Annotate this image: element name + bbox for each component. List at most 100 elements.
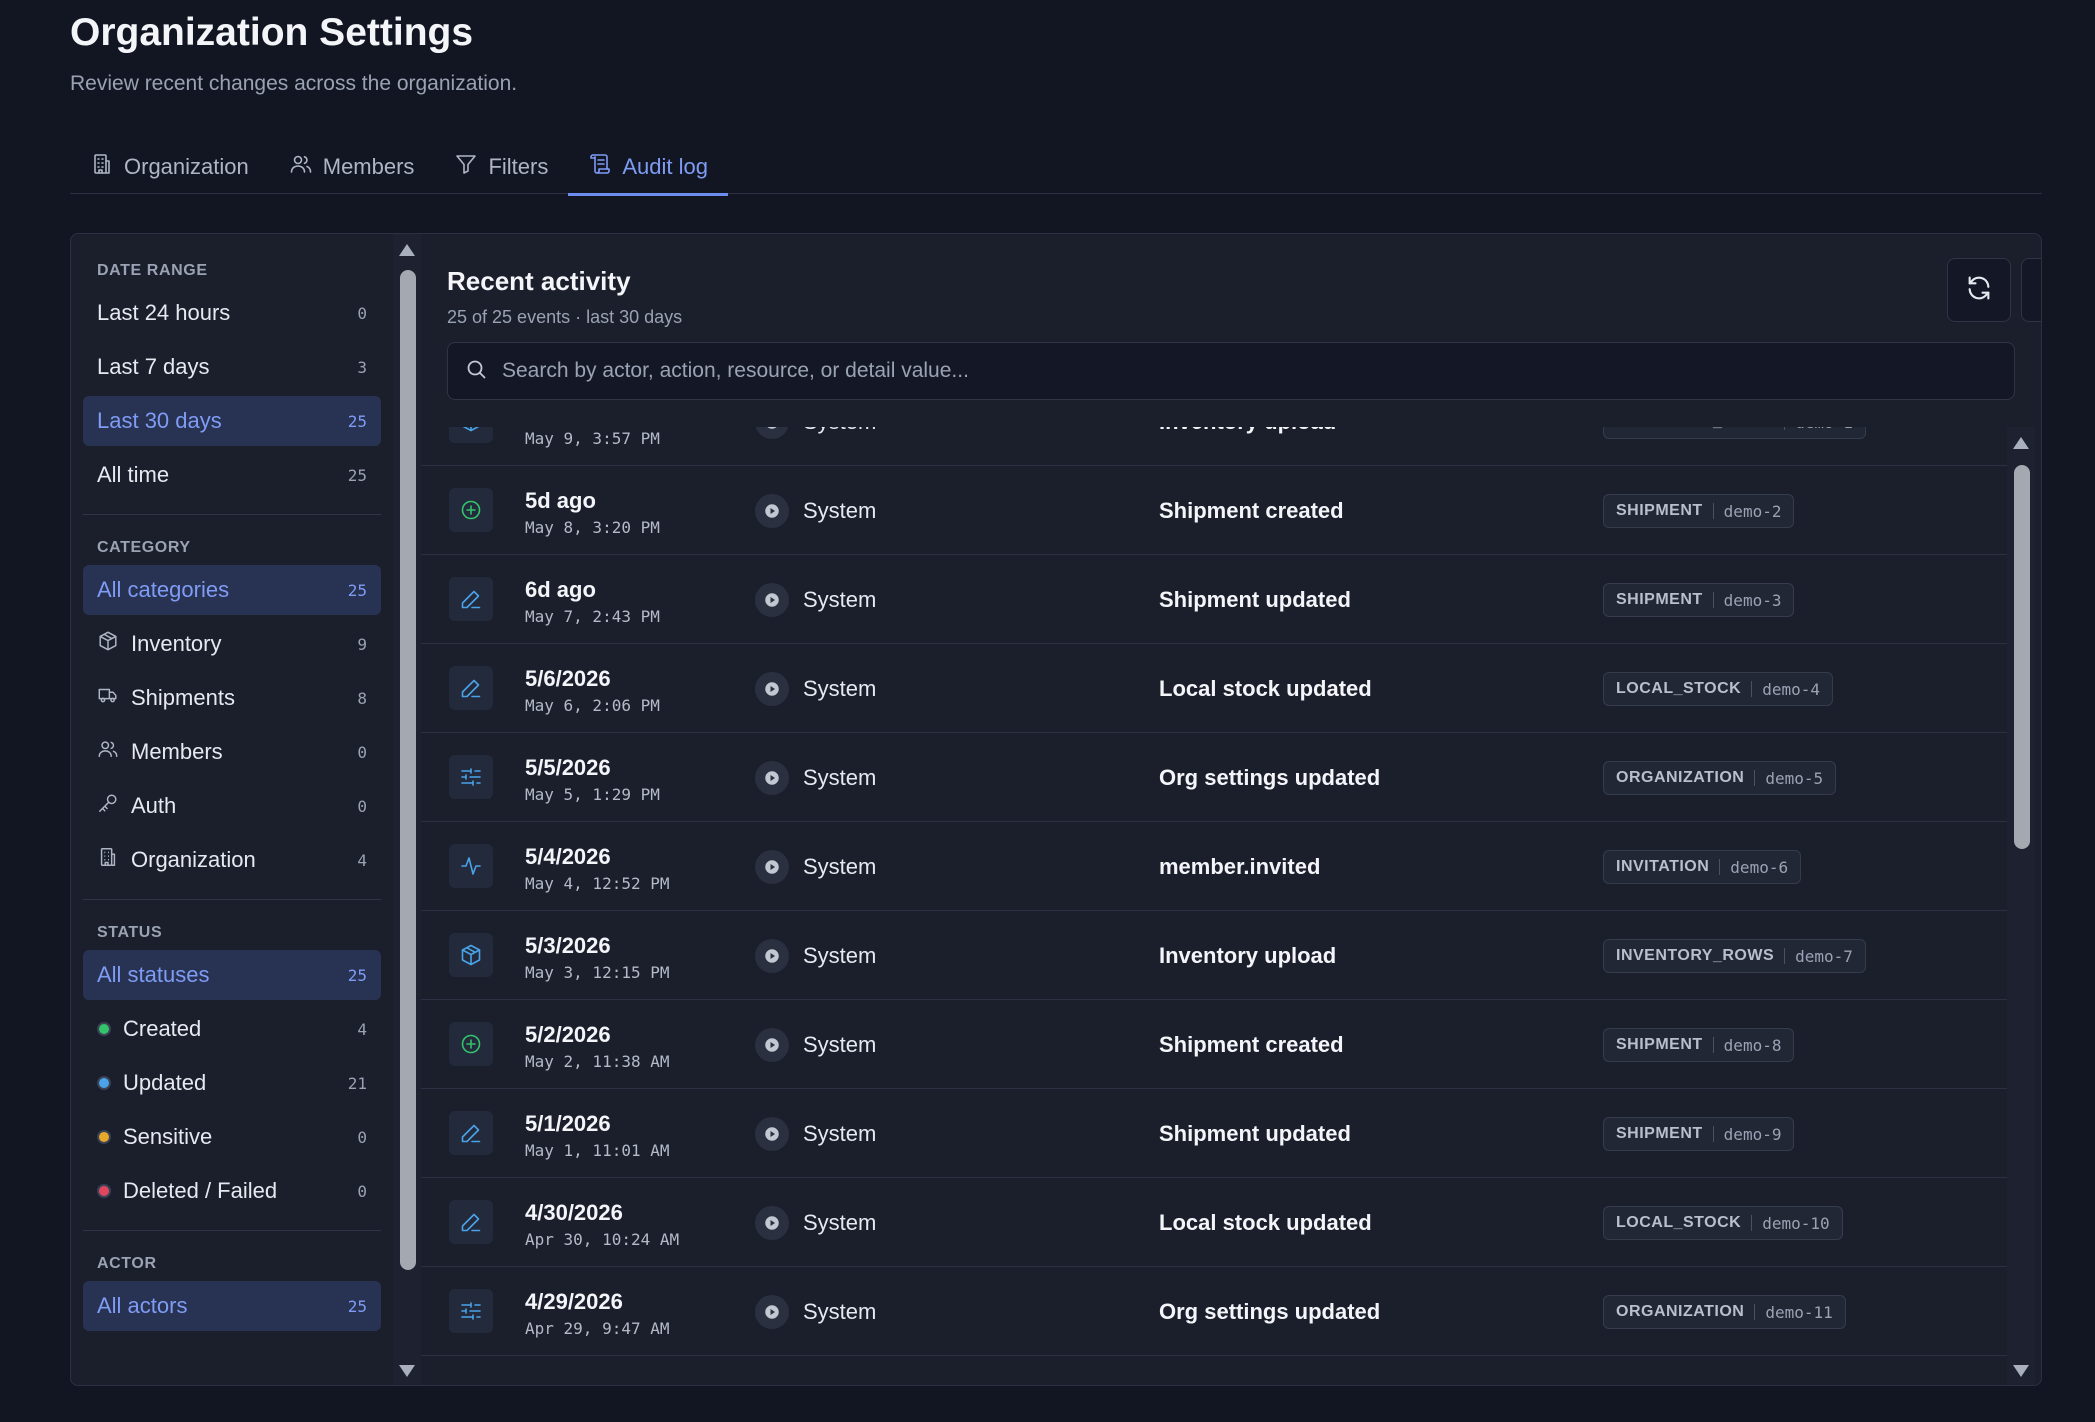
event-relative-time: 5/5/2026 — [525, 755, 611, 780]
tab-filters[interactable]: Filters — [434, 140, 568, 194]
tab-members[interactable]: Members — [269, 140, 435, 194]
table-row[interactable]: May 9, 3:57 PM System Inventory upload INVE… — [421, 427, 2007, 466]
search-input[interactable] — [502, 359, 1982, 383]
resource-badge[interactable]: SHIPMENT demo-2 — [1603, 494, 1795, 528]
tab-audit-log[interactable]: Audit log — [568, 140, 728, 196]
sidebar-scrollbar[interactable] — [393, 234, 421, 1385]
table-row[interactable]: 4/29/2026 Apr 29, 9:47 AM System Org settin… — [421, 1267, 2007, 1356]
filter-all-categories[interactable]: All categories 25 — [83, 565, 381, 615]
filter-category-members[interactable]: Members 0 — [83, 727, 381, 777]
tab-organization[interactable]: Organization — [70, 140, 269, 194]
resource-badge[interactable]: ORGANIZATION demo-11 — [1603, 1295, 1846, 1329]
scrollbar-thumb[interactable] — [400, 270, 416, 1270]
resource-id: demo-8 — [1723, 1035, 1782, 1055]
resource-type: INVENTORY_ROWS — [1616, 947, 1775, 964]
resource-badge[interactable]: INVITATION demo-6 — [1603, 850, 1802, 884]
badge-divider — [1712, 1126, 1714, 1142]
table-row[interactable]: 5/1/2026 May 1, 11:01 AM System Shipment up… — [421, 1089, 2007, 1178]
table-row[interactable]: 6d ago May 7, 2:43 PM System Shipment updat… — [421, 555, 2007, 644]
filter-label: Auth — [131, 793, 177, 818]
scroll-up-arrow-icon[interactable] — [2013, 437, 2029, 449]
resource-badge[interactable]: LOCAL_STOCK demo-4 — [1603, 672, 1834, 706]
filter-label: Shipments — [131, 685, 235, 710]
scroll-down-arrow-icon[interactable] — [2013, 1365, 2029, 1377]
filter-count: 25 — [347, 465, 367, 485]
filter-icon — [454, 152, 478, 182]
filter-count: 25 — [347, 580, 367, 600]
actor-name: System — [803, 497, 877, 523]
resource-badge[interactable]: SHIPMENT demo-8 — [1603, 1028, 1795, 1062]
filter-category-inventory[interactable]: Inventory 9 — [83, 619, 381, 669]
tab-label: Filters — [488, 154, 549, 179]
filter-count: 25 — [347, 1296, 367, 1316]
event-relative-time: 6d ago — [525, 577, 596, 602]
filter-status-sensitive[interactable]: Sensitive 0 — [83, 1112, 381, 1162]
table-row[interactable]: 5/5/2026 May 5, 1:29 PM System Org settings… — [421, 733, 2007, 822]
download-button[interactable] — [2021, 258, 2041, 322]
badge-divider — [1784, 427, 1786, 430]
event-relative-time: 5/4/2026 — [525, 844, 611, 869]
system-actor-icon — [755, 1294, 789, 1329]
system-actor-icon — [755, 582, 789, 617]
event-actor: System — [755, 911, 876, 1000]
table-row[interactable]: 5/4/2026 May 4, 12:52 PM System member.invi… — [421, 822, 2007, 911]
filter-category-organization[interactable]: Organization 4 — [83, 835, 381, 885]
filter-last-24-hours[interactable]: Last 24 hours 0 — [83, 288, 381, 338]
filter-status-updated[interactable]: Updated 21 — [83, 1058, 381, 1108]
events-scrollbar[interactable] — [2007, 427, 2035, 1385]
activity-summary: 25 of 25 events · last 30 days — [447, 307, 683, 327]
resource-id: demo-2 — [1723, 501, 1782, 521]
users-icon — [97, 738, 119, 766]
filter-count: 21 — [347, 1073, 367, 1093]
filter-label: Deleted / Failed — [123, 1178, 278, 1203]
filter-all-actors[interactable]: All actors 25 — [83, 1281, 381, 1331]
event-actor: System — [755, 427, 876, 466]
event-timestamp: May 5, 1:29 PM — [525, 785, 660, 804]
filter-count: 3 — [357, 357, 367, 377]
filter-category-shipments[interactable]: Shipments 8 — [83, 673, 381, 723]
scrollbar-thumb[interactable] — [2014, 465, 2030, 849]
page-subtitle: Review recent changes across the organiz… — [70, 72, 518, 95]
table-row[interactable]: 5/2/2026 May 2, 11:38 AM System Shipment cr… — [421, 1000, 2007, 1089]
filter-all-time[interactable]: All time 25 — [83, 450, 381, 500]
badge-divider — [1754, 1304, 1756, 1320]
system-actor-icon — [755, 1116, 789, 1151]
filter-category-auth[interactable]: Auth 0 — [83, 781, 381, 831]
table-row[interactable]: 5/3/2026 May 3, 12:15 PM System Inventory u… — [421, 911, 2007, 1000]
filter-last-7-days[interactable]: Last 7 days 3 — [83, 342, 381, 392]
activity-header: Recent activity 25 of 25 events · last 3… — [447, 266, 682, 328]
scroll-up-arrow-icon[interactable] — [399, 244, 415, 256]
filter-all-statuses[interactable]: All statuses 25 — [83, 950, 381, 1000]
search-box — [447, 342, 2015, 400]
filter-last-30-days[interactable]: Last 30 days 25 — [83, 396, 381, 446]
table-row[interactable]: 4/30/2026 Apr 30, 10:24 AM System Local sto… — [421, 1178, 2007, 1267]
resource-badge[interactable]: SHIPMENT demo-9 — [1603, 1117, 1795, 1151]
resource-badge[interactable]: INVENTORY_ROWS demo-7 — [1603, 939, 1866, 973]
system-actor-icon — [755, 1027, 789, 1062]
resource-badge[interactable]: LOCAL_STOCK demo-10 — [1603, 1206, 1843, 1240]
event-action: Inventory upload — [1159, 427, 1336, 466]
filter-status-created[interactable]: Created 4 — [83, 1004, 381, 1054]
filter-status-deleted-failed[interactable]: Deleted / Failed 0 — [83, 1166, 381, 1216]
search-icon — [448, 357, 488, 386]
resource-badge[interactable]: SHIPMENT demo-3 — [1603, 583, 1795, 617]
resource-id: demo-4 — [1762, 679, 1821, 699]
box-icon — [97, 630, 119, 658]
resource-badge[interactable]: ORGANIZATION demo-5 — [1603, 761, 1837, 795]
scroll-down-arrow-icon[interactable] — [399, 1365, 415, 1377]
events-list: May 9, 3:57 PM System Inventory upload INVE… — [421, 427, 2007, 1385]
event-timestamp: May 8, 3:20 PM — [525, 518, 660, 537]
download-icon — [2039, 274, 2041, 307]
filter-label: Updated — [123, 1070, 207, 1095]
table-row[interactable]: 5d ago May 8, 3:20 PM System Shipment creat… — [421, 466, 2007, 555]
filter-count: 25 — [347, 411, 367, 431]
building-icon — [90, 152, 114, 182]
resource-badge[interactable]: INVENTORY_ROWS demo-1 — [1603, 427, 1866, 439]
refresh-button[interactable] — [1947, 258, 2011, 322]
event-actor: System — [755, 1000, 876, 1089]
filter-count: 25 — [347, 965, 367, 985]
event-action: Shipment created — [1159, 1032, 1344, 1057]
filter-count: 8 — [357, 688, 367, 708]
resource-id: demo-3 — [1723, 590, 1782, 610]
table-row[interactable]: 5/6/2026 May 6, 2:06 PM System Local stock … — [421, 644, 2007, 733]
